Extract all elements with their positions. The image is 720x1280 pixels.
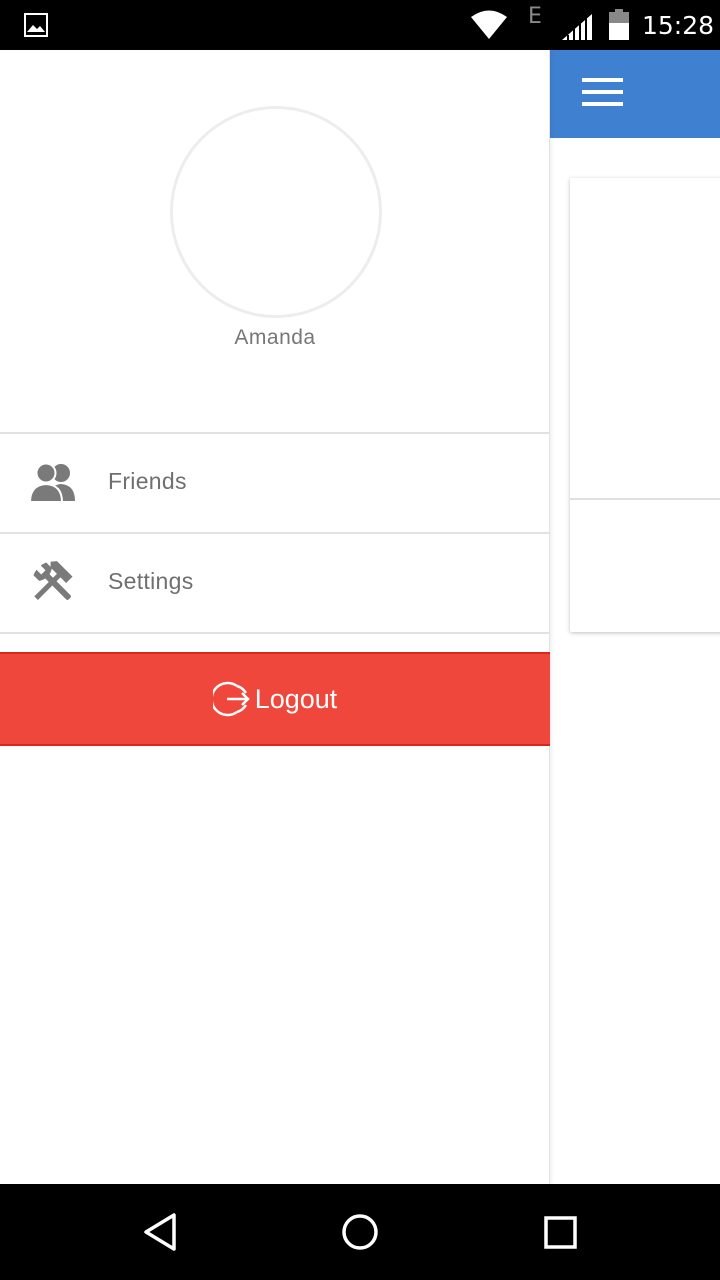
avatar[interactable] [170,106,382,318]
battery-icon [609,9,629,40]
content-card[interactable] [570,178,720,632]
menu-item-settings[interactable]: Settings [0,534,550,632]
network-type-label: E [528,4,542,29]
logout-label: Logout [254,683,338,714]
logout-button[interactable]: Logout [0,652,550,746]
navigation-drawer: Amanda Friends Settings Logout [0,50,550,1184]
signal-icon [562,14,592,40]
clock: 15:28 [642,11,715,40]
menu-item-label: Friends [108,468,187,494]
menu-divider [0,632,550,634]
card-divider [570,498,720,500]
status-bar: E 15:28 [0,0,720,50]
navigation-bar [0,1184,720,1280]
gallery-icon [24,13,48,37]
settings-icon [33,561,73,600]
recents-icon[interactable] [538,1210,582,1254]
app-bar [550,50,720,138]
hamburger-menu-icon[interactable] [572,70,632,116]
wifi-icon [471,10,507,39]
main-app-content [550,50,720,1184]
logout-icon [212,681,250,717]
user-name: Amanda [234,326,316,349]
back-icon[interactable] [138,1210,182,1254]
home-icon[interactable] [338,1210,382,1254]
menu-item-label: Settings [108,568,194,594]
friends-icon [28,462,75,503]
menu-item-friends[interactable]: Friends [0,434,550,532]
